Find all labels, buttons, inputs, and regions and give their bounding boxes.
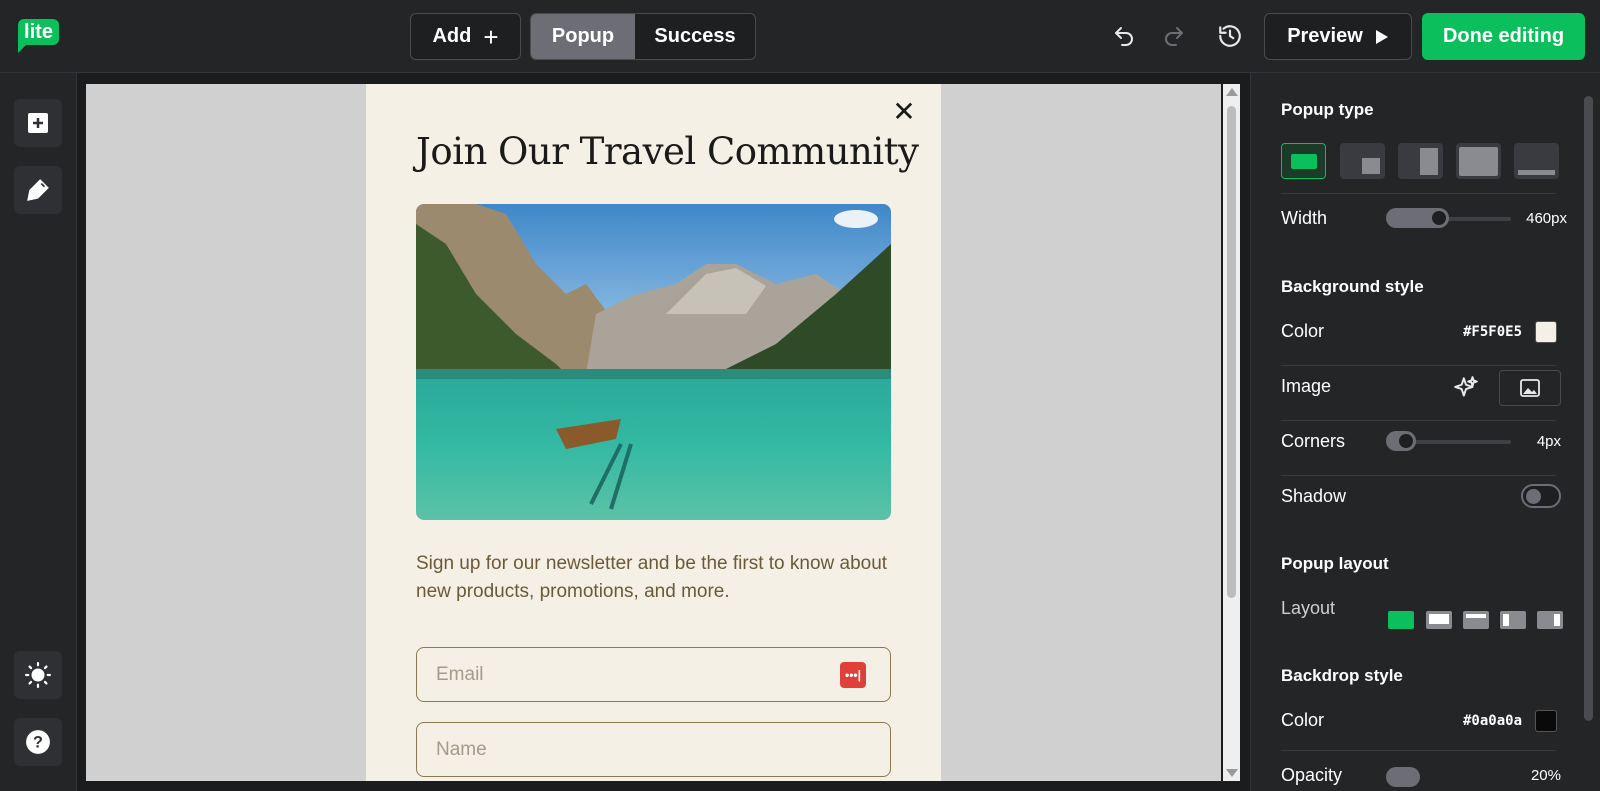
- popup-type-bar[interactable]: [1514, 143, 1559, 179]
- ai-sparkle-icon[interactable]: [1453, 375, 1479, 401]
- left-toolbar: ?: [0, 73, 77, 791]
- popup-type-corner-icon: [1362, 158, 1380, 174]
- opacity-slider[interactable]: [1386, 767, 1420, 787]
- help-icon: ?: [26, 730, 50, 754]
- layout-option-image-top[interactable]: [1388, 611, 1414, 629]
- layout-option-text-only[interactable]: [1426, 611, 1452, 629]
- layout-option-text-only-icon: [1429, 614, 1449, 624]
- add-block-button[interactable]: [14, 99, 62, 147]
- divider: [1281, 365, 1556, 366]
- shadow-label: Shadow: [1281, 486, 1347, 506]
- width-slider-knob[interactable]: [1432, 211, 1446, 225]
- editor-canvas: ✕ Join Our Travel Community Sign up for …: [86, 84, 1221, 781]
- image-label: Image: [1281, 376, 1332, 396]
- canvas-scrollbar[interactable]: [1223, 84, 1240, 781]
- settings-panel: Popup type Width 460px Background style …: [1250, 73, 1600, 791]
- add-button[interactable]: Add +: [410, 13, 521, 60]
- preview-button[interactable]: Preview: [1264, 13, 1412, 60]
- preview-button-label: Preview: [1287, 25, 1363, 47]
- svg-text:?: ?: [33, 733, 43, 751]
- popup-type-side[interactable]: [1398, 143, 1443, 179]
- add-button-label: Add: [432, 25, 472, 47]
- popup-description[interactable]: Sign up for our newsletter and be the fi…: [416, 550, 896, 606]
- view-tabs: Popup Success: [530, 13, 756, 60]
- corners-slider-knob[interactable]: [1399, 434, 1413, 448]
- scrollbar-thumb[interactable]: [1227, 106, 1236, 598]
- popup-image[interactable]: [416, 204, 891, 520]
- bg-color-hex[interactable]: #F5F0E5: [1463, 324, 1527, 340]
- scroll-down-icon[interactable]: [1226, 769, 1238, 777]
- name-field[interactable]: Name: [416, 722, 891, 777]
- opacity-label: Opacity: [1281, 765, 1343, 785]
- backdrop-color-swatch[interactable]: [1535, 710, 1557, 732]
- paint-brush-icon: [27, 179, 49, 201]
- width-value: 460px: [1526, 210, 1567, 227]
- add-block-icon: [28, 113, 48, 133]
- popup-type-title: Popup type: [1281, 100, 1374, 119]
- scroll-up-icon[interactable]: [1226, 88, 1238, 96]
- image-icon: [1520, 379, 1540, 397]
- layout-option-image-left[interactable]: [1500, 611, 1526, 629]
- email-placeholder: Email: [436, 664, 484, 685]
- popup-type-corner[interactable]: [1340, 143, 1385, 179]
- layout-option-banner-icon: [1466, 614, 1486, 618]
- redo-icon[interactable]: [1160, 22, 1188, 50]
- corners-value: 4px: [1536, 433, 1561, 450]
- popup-type-side-icon: [1420, 148, 1438, 175]
- name-placeholder: Name: [436, 739, 487, 760]
- tab-success[interactable]: Success: [635, 14, 755, 59]
- divider: [1281, 420, 1556, 421]
- layout-option-image-right-icon: [1554, 614, 1560, 626]
- top-bar: lite Add + Popup Success Preview Done ed…: [0, 0, 1600, 73]
- plus-icon: +: [483, 21, 499, 52]
- layout-label: Layout: [1281, 598, 1336, 618]
- shadow-toggle-knob: [1526, 489, 1541, 504]
- popup-type-center-icon: [1291, 154, 1317, 169]
- done-editing-button[interactable]: Done editing: [1422, 13, 1585, 60]
- help-button[interactable]: ?: [14, 718, 62, 766]
- app-logo[interactable]: lite: [18, 19, 59, 53]
- theme-toggle-button[interactable]: [14, 651, 62, 699]
- corners-label: Corners: [1281, 431, 1346, 451]
- backdrop-color-label: Color: [1281, 710, 1325, 730]
- divider: [1281, 750, 1556, 751]
- divider: [1281, 193, 1556, 194]
- width-label: Width: [1281, 208, 1328, 228]
- layout-option-banner[interactable]: [1463, 611, 1489, 629]
- background-style-title: Background style: [1281, 277, 1424, 296]
- popup-type-fullscreen-icon: [1459, 147, 1498, 176]
- popup-title[interactable]: Join Our Travel Community: [416, 130, 919, 173]
- theme-sun-icon: [25, 662, 51, 688]
- popup-layout-title: Popup layout: [1281, 554, 1389, 573]
- upload-image-button[interactable]: [1499, 370, 1561, 406]
- popup-type-center[interactable]: [1281, 143, 1326, 179]
- email-field[interactable]: Email •••|: [416, 647, 891, 702]
- history-icon[interactable]: [1216, 22, 1244, 50]
- shadow-toggle[interactable]: [1521, 484, 1561, 508]
- close-icon[interactable]: ✕: [890, 98, 918, 126]
- panel-scrollbar[interactable]: [1584, 96, 1593, 721]
- play-icon: [1375, 29, 1388, 44]
- backdrop-color-hex[interactable]: #0a0a0a: [1463, 713, 1527, 729]
- tab-popup[interactable]: Popup: [531, 14, 635, 59]
- password-manager-icon[interactable]: •••|: [840, 662, 866, 688]
- style-button[interactable]: [14, 166, 62, 214]
- bg-color-label: Color: [1281, 321, 1325, 341]
- popup-type-fullscreen[interactable]: [1456, 143, 1501, 179]
- opacity-value: 20%: [1530, 767, 1561, 784]
- backdrop-style-title: Backdrop style: [1281, 666, 1403, 685]
- layout-option-image-left-icon: [1503, 614, 1509, 626]
- undo-icon[interactable]: [1110, 22, 1138, 50]
- popup-preview[interactable]: ✕ Join Our Travel Community Sign up for …: [366, 84, 941, 781]
- bg-color-swatch[interactable]: [1535, 321, 1557, 343]
- layout-option-image-right[interactable]: [1537, 611, 1563, 629]
- divider: [1281, 475, 1556, 476]
- popup-type-bar-icon: [1518, 170, 1555, 175]
